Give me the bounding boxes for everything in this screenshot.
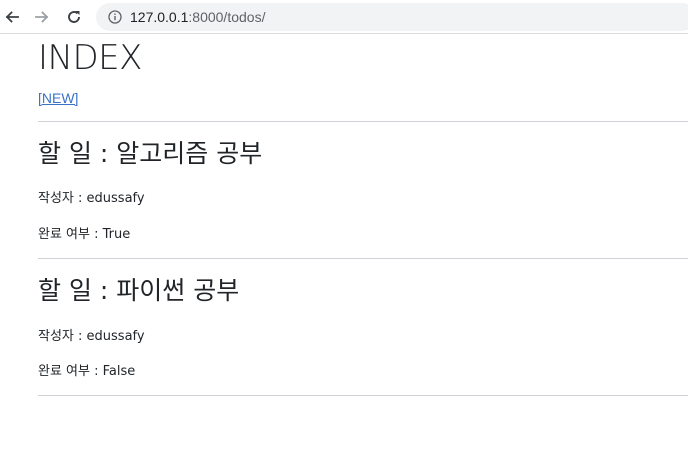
new-todo-link[interactable]: [NEW] (38, 89, 78, 107)
todo-completed: 완료 여부 : True (38, 227, 131, 242)
forward-button[interactable] (30, 5, 54, 29)
reload-button[interactable] (62, 5, 86, 29)
author-value: edussafy (86, 329, 145, 344)
completed-value: True (102, 227, 131, 242)
todo-title: 할 일 : 알고리즘 공부 (38, 139, 263, 168)
author-label: 작성자 (38, 329, 74, 344)
arrow-left-icon (5, 11, 19, 23)
url-host: 127.0.0.1 (130, 9, 189, 25)
completed-label: 완료 여부 (38, 364, 90, 379)
todo-author: 작성자 : edussafy (38, 329, 145, 344)
browser-toolbar: 127.0.0.1:8000/todos/ (0, 0, 688, 34)
todo-title: 할 일 : 파이썬 공부 (38, 276, 240, 305)
todo-author: 작성자 : edussafy (38, 191, 145, 206)
divider (38, 258, 688, 259)
arrow-right-icon (35, 11, 49, 23)
completed-value: False (102, 364, 136, 379)
url-text[interactable]: 127.0.0.1:8000/todos/ (130, 8, 265, 26)
divider (38, 121, 688, 122)
url-path: :8000/todos/ (188, 9, 266, 25)
info-icon[interactable] (108, 10, 122, 24)
back-button[interactable] (0, 5, 24, 29)
reload-icon (68, 11, 80, 23)
author-value: edussafy (86, 191, 145, 206)
todo-completed: 완료 여부 : False (38, 364, 136, 379)
author-label: 작성자 (38, 191, 74, 206)
completed-label: 완료 여부 (38, 227, 90, 242)
address-bar[interactable]: 127.0.0.1:8000/todos/ (96, 3, 688, 31)
page-title: INDEX (38, 38, 142, 78)
divider (38, 395, 688, 396)
